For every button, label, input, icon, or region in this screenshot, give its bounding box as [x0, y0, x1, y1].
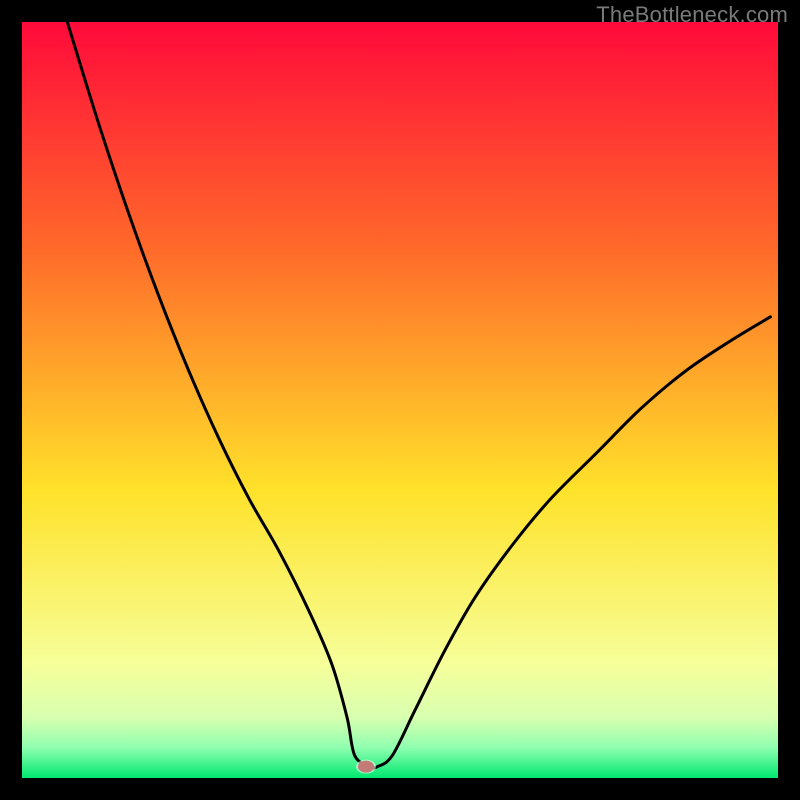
- bottleneck-chart: [0, 0, 800, 800]
- watermark-text: TheBottleneck.com: [596, 2, 788, 28]
- optimal-marker: [358, 761, 374, 773]
- chart-plot-area: [22, 22, 778, 778]
